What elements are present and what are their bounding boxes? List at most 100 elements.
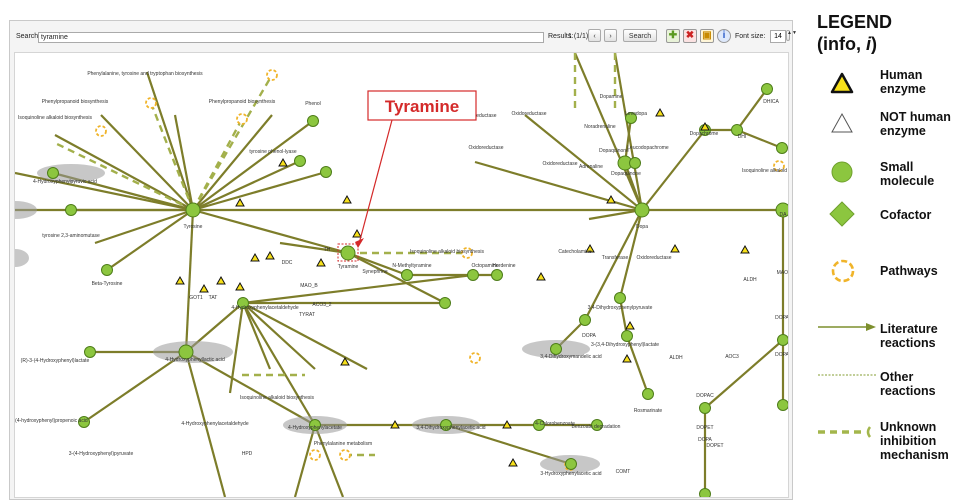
node-label: TYRAT <box>299 312 315 318</box>
pathway-network-graph[interactable]: Phenylalanine, tyrosine and tryptophan b… <box>15 53 788 497</box>
node-label: N-Methyltyramine <box>392 263 431 269</box>
toolbar: Search tyramine Results: 1 (1/1) ‹ › Sea… <box>10 21 797 52</box>
node-label: DHICA <box>763 99 779 105</box>
pathway-node[interactable] <box>469 352 481 364</box>
small-molecule-node[interactable] <box>439 297 451 309</box>
human-enzyme-node[interactable] <box>536 271 546 281</box>
node-highlight <box>15 201 37 219</box>
reaction-edge <box>192 114 273 211</box>
legend-cofactor-label: Cofactor <box>880 208 932 222</box>
small-molecule-nodes[interactable] <box>47 83 789 498</box>
font-size-field[interactable]: 14 <box>770 30 786 43</box>
small-molecule-node[interactable] <box>84 346 96 358</box>
node-label: DOPET <box>706 443 723 449</box>
small-molecule-node[interactable] <box>467 269 479 281</box>
add-node-icon[interactable]: ✚ <box>666 29 680 43</box>
small-molecule-node[interactable] <box>565 458 577 470</box>
human-enzyme-node[interactable] <box>216 275 226 285</box>
human-enzyme-node[interactable] <box>235 197 245 207</box>
pathway-node[interactable] <box>339 449 351 461</box>
node-label: DOPAC <box>696 393 714 399</box>
small-molecule-node[interactable] <box>699 402 711 414</box>
small-molecule-node[interactable] <box>777 399 789 411</box>
reaction-edge <box>184 209 195 353</box>
small-molecule-node[interactable] <box>776 142 788 154</box>
pathway-network-canvas[interactable]: Phenylalanine, tyrosine and tryptophan b… <box>14 52 789 498</box>
human-enzyme-node[interactable] <box>740 244 750 254</box>
human-enzyme-node[interactable] <box>175 275 185 285</box>
search-button[interactable]: Search <box>623 29 657 42</box>
node-label: tyrosine phenol-lyase <box>249 149 296 155</box>
small-molecule-node[interactable] <box>307 115 319 127</box>
pathway-node[interactable] <box>95 125 107 137</box>
pathway-nodes[interactable] <box>95 69 785 471</box>
delete-icon[interactable]: ✖ <box>683 29 697 43</box>
small-molecule-icon <box>831 161 853 183</box>
node-label: 4-Hydroxyphenylacetaldehyde <box>231 305 298 311</box>
node-label: Rosmarinate <box>634 408 663 414</box>
human-enzyme-node[interactable] <box>655 107 665 117</box>
small-molecule-node[interactable] <box>761 83 773 95</box>
small-molecule-node[interactable] <box>614 292 626 304</box>
pathway-node[interactable] <box>236 113 248 125</box>
small-molecule-node[interactable] <box>65 204 77 216</box>
node-label: Phenylpropanoid biosynthesis <box>42 99 109 105</box>
small-molecule-node[interactable] <box>320 166 332 178</box>
human-enzyme-node[interactable] <box>352 228 362 238</box>
small-molecule-node[interactable] <box>101 264 113 276</box>
human-enzyme-node[interactable] <box>670 243 680 253</box>
human-enzyme-node[interactable] <box>342 194 352 204</box>
legend-panel: LEGEND (info, i) Human enzyme NOT human en… <box>800 0 979 500</box>
small-molecule-node[interactable] <box>294 155 306 167</box>
font-size-stepper[interactable]: ▲▼ <box>786 30 797 41</box>
next-result-button[interactable]: › <box>604 29 617 42</box>
reaction-edge <box>192 120 314 211</box>
human-enzyme-node[interactable] <box>622 353 632 363</box>
human-enzyme-node[interactable] <box>316 257 326 267</box>
small-molecule-node[interactable] <box>699 488 711 498</box>
human-enzyme-node[interactable] <box>508 457 518 467</box>
small-molecule-node[interactable] <box>491 269 503 281</box>
small-molecule-node[interactable] <box>629 157 641 169</box>
info-icon[interactable]: i <box>717 29 731 43</box>
small-molecule-node[interactable] <box>621 330 633 342</box>
enzyme-nodes[interactable] <box>175 107 788 467</box>
node-label: Isoquinoline alkaloid biosynthesis <box>240 395 314 401</box>
pathway-icon <box>831 259 855 283</box>
export-image-icon[interactable]: ▣ <box>700 29 714 43</box>
human-enzyme-node[interactable] <box>625 320 635 330</box>
small-molecule-node[interactable] <box>340 245 356 261</box>
human-enzyme-node[interactable] <box>278 157 288 167</box>
node-label: (R)-3-(4-Hydroxyphenyl)lactate <box>21 358 90 364</box>
node-label: TAT <box>209 295 218 301</box>
small-molecule-node[interactable] <box>550 343 562 355</box>
pathway-node[interactable] <box>145 97 157 109</box>
search-input[interactable]: tyramine <box>38 32 544 43</box>
human-enzyme-node[interactable] <box>235 281 245 291</box>
node-label: TH <box>324 247 331 253</box>
node-label: DA <box>780 212 788 218</box>
node-label: Dopaquinone <box>599 148 629 154</box>
human-enzyme-node[interactable] <box>250 252 260 262</box>
pathway-node[interactable] <box>309 449 321 461</box>
prev-result-button[interactable]: ‹ <box>588 29 601 42</box>
small-molecule-node[interactable] <box>579 314 591 326</box>
node-label: Leucodopachrome <box>627 145 669 151</box>
node-label: Octopamine <box>472 263 499 269</box>
small-molecule-node[interactable] <box>777 334 789 346</box>
node-label: 4-Chlorobenzoate <box>535 421 575 427</box>
reaction-edge <box>474 160 643 212</box>
pathway-node[interactable] <box>266 69 278 81</box>
small-molecule-node[interactable] <box>634 202 650 218</box>
other-reaction-icon <box>818 374 876 376</box>
small-molecule-node[interactable] <box>185 202 201 218</box>
small-molecule-node[interactable] <box>47 167 59 179</box>
human-enzyme-node[interactable] <box>265 250 275 260</box>
unknown-inhibition-icon <box>818 426 872 438</box>
small-molecule-node[interactable] <box>642 388 654 400</box>
small-molecule-node[interactable] <box>401 269 413 281</box>
node-label: 3,4-Dihydroxyphenylpyruvate <box>588 305 653 311</box>
human-enzyme-node[interactable] <box>199 283 209 293</box>
results-value: 1 (1/1) <box>568 33 589 40</box>
node-label: HPD <box>242 451 253 457</box>
